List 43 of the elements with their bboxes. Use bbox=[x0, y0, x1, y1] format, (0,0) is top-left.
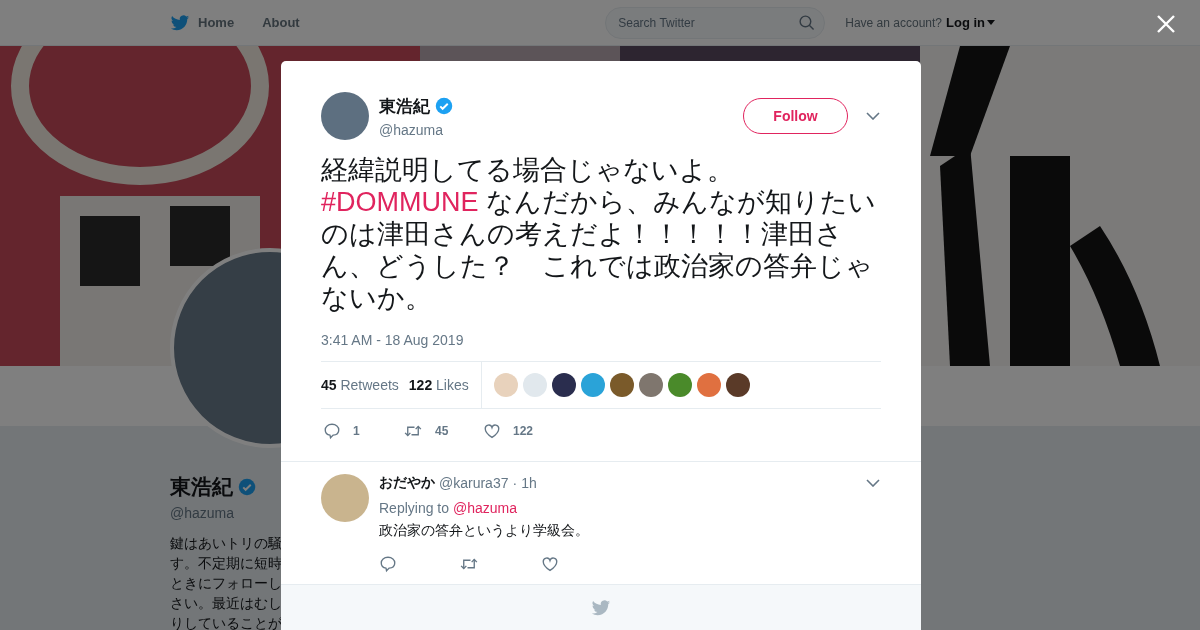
profile-name: 東浩紀 bbox=[170, 474, 233, 500]
bird-logo-icon[interactable] bbox=[170, 12, 190, 33]
replying-to-text: Replying to @hazuma bbox=[379, 500, 518, 516]
bio-line: す。不定期に短時 bbox=[170, 554, 282, 573]
separator: · bbox=[512, 475, 518, 491]
tweet-text: 経緯説明してる場合じゃないよ。 #DOMMUNE なんだから、みんなが知りたいのは津田さんの考えだよ！！！！！津田さん、どうした？ これでは政治家の答弁じゃないか。 bbox=[321, 154, 877, 314]
like-button[interactable]: 122 bbox=[483, 422, 563, 440]
profile-handle: @hazuma bbox=[170, 505, 236, 521]
heart-icon bbox=[483, 422, 501, 440]
chevron-icon[interactable] bbox=[866, 112, 880, 120]
stat-link[interactable]: 45 Retweets bbox=[321, 377, 399, 393]
bird-logo-icon bbox=[591, 597, 611, 618]
avatar[interactable] bbox=[609, 373, 634, 397]
author-name[interactable]: 東浩紀 bbox=[379, 94, 430, 118]
heart-button-icon[interactable] bbox=[541, 555, 559, 573]
avatar[interactable] bbox=[725, 373, 750, 397]
close-icon[interactable] bbox=[1157, 15, 1175, 33]
login-link[interactable]: Log in bbox=[946, 15, 995, 30]
reply-button[interactable]: 1 bbox=[323, 422, 403, 440]
nav-link[interactable]: About bbox=[262, 15, 300, 30]
account-prompt: Have an account? bbox=[845, 15, 942, 30]
hashtag-link[interactable]: #DOMMUNE bbox=[321, 187, 479, 217]
reply-icon bbox=[323, 422, 341, 440]
retweet-button[interactable]: 45 bbox=[403, 422, 483, 440]
reply-button-icon[interactable] bbox=[379, 555, 397, 573]
reply-author-handle[interactable]: @karura37 bbox=[439, 475, 509, 491]
bio-line: 鍵はあいトリの騒 bbox=[170, 534, 282, 553]
caret-icon bbox=[987, 20, 995, 25]
search-field[interactable]: Search Twitter bbox=[605, 6, 826, 39]
tweet-timestamp: 3:41 AM - 18 Aug 2019 bbox=[321, 332, 465, 348]
mention-link[interactable]: @hazuma bbox=[452, 500, 517, 516]
chevron-icon[interactable] bbox=[866, 479, 880, 487]
search-icon[interactable] bbox=[798, 13, 816, 31]
reply-text: 政治家の答弁というより学級会。 bbox=[379, 522, 590, 540]
author-handle[interactable]: @hazuma bbox=[379, 121, 453, 138]
nav-link[interactable]: Home bbox=[198, 15, 235, 30]
bio-line: ときにフォローし bbox=[170, 574, 282, 593]
follow-button[interactable]: Follow bbox=[743, 98, 848, 134]
reply-time[interactable]: 1h bbox=[521, 475, 537, 491]
reply-author-name[interactable]: おだやか bbox=[379, 474, 435, 492]
avatar[interactable] bbox=[551, 373, 576, 397]
bio-line: さい。最近はむし bbox=[170, 594, 282, 613]
stat-link[interactable]: 122 Likes bbox=[408, 377, 469, 393]
